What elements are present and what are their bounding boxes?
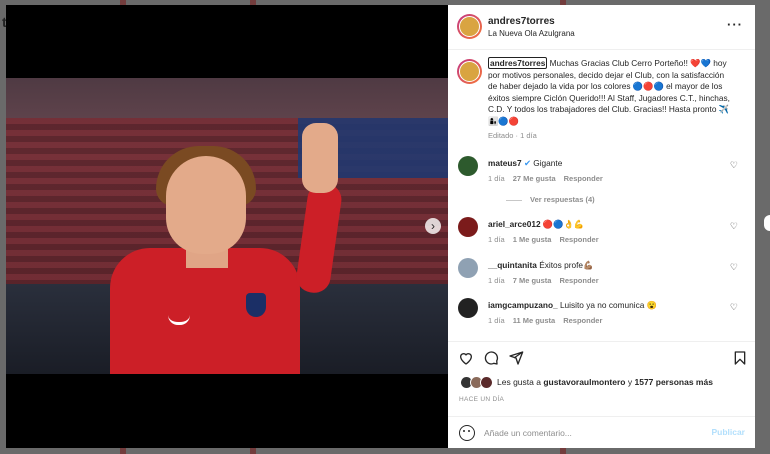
next-post-button[interactable] <box>764 215 770 231</box>
view-replies-button[interactable]: Ver respuestas (4) <box>506 195 595 204</box>
comment-body: Éxitos profe💪🏽 <box>539 260 594 270</box>
player-face <box>166 156 246 254</box>
comment-time: 1 día <box>488 174 505 183</box>
heart-outline-icon: ♡ <box>729 302 738 312</box>
comment-likes[interactable]: 1 Me gusta <box>513 235 552 244</box>
post-caption: andres7torres Muchas Gracias Club Cerro … <box>488 57 734 142</box>
club-crest <box>246 293 266 317</box>
chevron-right-icon: › <box>431 219 435 233</box>
post-photo[interactable] <box>6 78 448 374</box>
reply-button[interactable]: Responder <box>563 316 602 325</box>
comment-meta: 1 día 11 Me gusta Responder <box>488 316 602 325</box>
more-dots-icon: ··· <box>727 17 743 32</box>
bookmark-icon[interactable] <box>732 350 748 366</box>
author-username[interactable]: andres7torres <box>488 16 555 27</box>
comment-time: 1 día <box>488 276 505 285</box>
more-options-button[interactable]: ··· <box>727 17 743 32</box>
comment-username[interactable]: mateus7 <box>488 158 522 168</box>
heart-icon[interactable] <box>458 350 474 366</box>
reply-button[interactable]: Responder <box>559 276 598 285</box>
liker-avatar <box>480 376 493 389</box>
reply-button[interactable]: Responder <box>564 174 603 183</box>
comment-time: 1 día <box>488 235 505 244</box>
comment-username[interactable]: __quintanita <box>488 260 537 270</box>
post-header: andres7torres La Nueva Ola Azulgrana ··· <box>448 5 755 50</box>
comment-likes[interactable]: 7 Me gusta <box>513 276 552 285</box>
comment-avatar[interactable] <box>458 258 478 278</box>
add-comment-bar: Publicar <box>448 416 755 449</box>
comment-avatar[interactable] <box>458 298 478 318</box>
comment-meta: 1 día 1 Me gusta Responder <box>488 235 599 244</box>
caption-meta: Editado · 1 día <box>488 131 537 140</box>
emoji-icon[interactable] <box>459 425 475 441</box>
post-timestamp[interactable]: HACE UN DÍA <box>459 396 504 403</box>
like-comment-button[interactable]: ♡ <box>730 160 738 171</box>
author-avatar[interactable] <box>457 14 482 39</box>
comment-meta: 1 día 7 Me gusta Responder <box>488 276 599 285</box>
post-modal: › andres7torres La Nueva Ola Azulgrana ·… <box>6 5 755 448</box>
comment-icon[interactable] <box>483 350 499 366</box>
liker-username[interactable]: gustavoraulmontero <box>543 377 625 387</box>
post-side-panel: andres7torres La Nueva Ola Azulgrana ···… <box>448 5 755 448</box>
likes-summary: Les gusta a gustavoraulmontero y 1577 pe… <box>460 376 713 389</box>
post-actions-bar <box>448 341 755 372</box>
comment-meta: 1 día 27 Me gusta Responder <box>488 174 603 183</box>
caption-username[interactable]: andres7torres <box>488 57 548 69</box>
comment-likes[interactable]: 27 Me gusta <box>513 174 556 183</box>
heart-outline-icon: ♡ <box>729 221 738 231</box>
like-comment-button[interactable]: ♡ <box>730 221 738 232</box>
comment-text: ariel_arce012 🔴🔵👌💪 <box>488 219 718 230</box>
post-media: › <box>6 5 448 448</box>
comment-input[interactable] <box>482 424 686 442</box>
comment-username[interactable]: iamgcampuzano_ <box>488 300 558 310</box>
comment-body: Gigante <box>533 158 563 168</box>
comment-time: 1 día <box>488 316 505 325</box>
share-icon[interactable] <box>508 350 524 366</box>
comment-username[interactable]: ariel_arce012 <box>488 219 541 229</box>
like-comment-button[interactable]: ♡ <box>730 262 738 273</box>
author-subtitle[interactable]: La Nueva Ola Azulgrana <box>488 29 575 38</box>
likes-prefix: Les gusta a <box>497 376 544 387</box>
likes-count[interactable]: 1577 personas más <box>634 377 712 387</box>
comments-list[interactable]: andres7torres Muchas Gracias Club Cerro … <box>448 50 755 340</box>
comment-text: mateus7 ✔ Gigante <box>488 158 718 168</box>
verified-icon: ✔ <box>523 158 531 168</box>
heart-outline-icon: ♡ <box>729 160 738 170</box>
like-comment-button[interactable]: ♡ <box>730 302 738 313</box>
comment-avatar[interactable] <box>458 217 478 237</box>
thumbs-up-hand <box>302 123 338 193</box>
caption-avatar[interactable] <box>457 59 482 84</box>
reply-button[interactable]: Responder <box>559 235 598 244</box>
comment-body: Luisito ya no comunica 😮 <box>559 300 657 310</box>
comment-text: iamgcampuzano_ Luisito ya no comunica 😮 <box>488 300 718 311</box>
comment-avatar[interactable] <box>458 156 478 176</box>
comment-likes[interactable]: 11 Me gusta <box>513 316 556 325</box>
heart-outline-icon: ♡ <box>729 262 738 272</box>
publish-button[interactable]: Publicar <box>711 427 745 437</box>
comment-text: __quintanita Éxitos profe💪🏽 <box>488 260 718 271</box>
carousel-next-button[interactable]: › <box>425 218 441 234</box>
comment-body: 🔴🔵👌💪 <box>542 219 585 229</box>
